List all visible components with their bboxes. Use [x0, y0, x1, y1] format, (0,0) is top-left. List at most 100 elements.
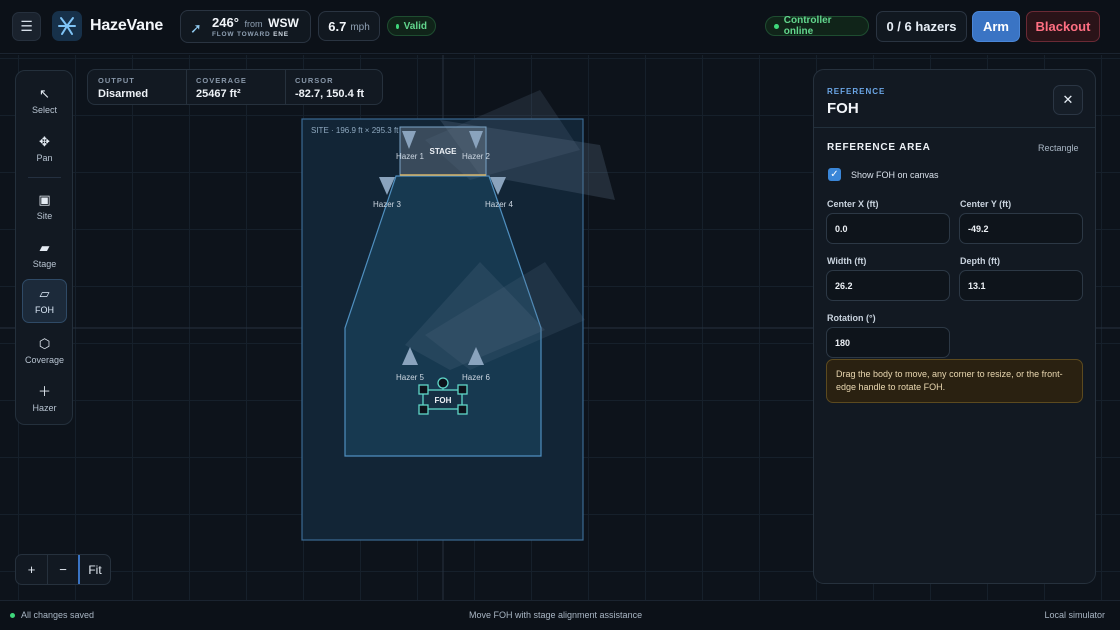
- close-icon: ✕: [1062, 92, 1074, 107]
- hazers-count-button[interactable]: 0 / 6 hazers: [876, 11, 967, 42]
- foh-rotate-handle[interactable]: [437, 377, 449, 389]
- stat-label: CURSOR: [295, 76, 334, 85]
- tool-label: Pan: [36, 153, 53, 163]
- stat-value: Disarmed: [98, 88, 149, 100]
- foh-label: FOH: [435, 396, 452, 405]
- hazevane-logo-icon: [58, 17, 76, 35]
- arm-button[interactable]: Arm: [972, 11, 1020, 42]
- save-status: All changes saved: [10, 610, 94, 620]
- stat-divider: [285, 70, 286, 104]
- blackout-button[interactable]: Blackout: [1026, 11, 1100, 42]
- top-bar: ☰ HazeVane ➚ 246° from WSW FLOW TOWARD E…: [0, 0, 1120, 54]
- wind-degrees-value: 246°: [212, 15, 239, 30]
- wind-arrow-icon: ➚: [190, 20, 202, 36]
- wind-from-label: from: [244, 19, 263, 29]
- tool-coverage[interactable]: ⬡ Coverage: [22, 329, 67, 373]
- show-foh-label: Show FOH on canvas: [851, 169, 939, 180]
- controller-status-badge: Controller online: [765, 15, 869, 37]
- stat-value: 25467 ft²: [196, 88, 241, 100]
- zoom-controls: + − Fit: [15, 554, 111, 585]
- wind-speed-value: 6.7: [328, 18, 347, 34]
- wind-flow: FLOW TOWARD ENE: [212, 31, 289, 38]
- connection-mode: Local simulator: [1044, 610, 1105, 620]
- stage-label: STAGE: [430, 147, 458, 156]
- tool-select[interactable]: ↖ Select: [22, 79, 67, 123]
- wind-from-direction: WSW: [268, 16, 299, 30]
- foh-resize-handle-ne[interactable]: [457, 384, 468, 395]
- controller-status-label: Controller online: [783, 15, 832, 37]
- zoom-in-button[interactable]: +: [16, 555, 47, 584]
- foh-resize-handle-sw[interactable]: [418, 404, 429, 415]
- stat-value: -82.7, 150.4 ft: [295, 88, 365, 100]
- app-logo: [52, 11, 82, 41]
- stat-label: COVERAGE: [196, 76, 247, 85]
- tool-label: Stage: [32, 259, 57, 269]
- center-y-label: Center Y (ft): [960, 199, 1012, 209]
- tool-divider: [28, 177, 61, 178]
- center-y-field[interactable]: [959, 213, 1083, 244]
- foh-resize-handle-nw[interactable]: [418, 384, 429, 395]
- tool-stage[interactable]: ▰ Stage: [22, 233, 67, 277]
- validity-label: Valid: [403, 20, 427, 32]
- depth-field[interactable]: [959, 270, 1083, 301]
- stat-divider: [186, 70, 187, 104]
- stats-bar: OUTPUT Disarmed COVERAGE 25467 ft² CURSO…: [87, 69, 383, 105]
- site-dimension-label: SITE · 196.9 ft × 295.3 ft: [311, 126, 399, 135]
- tool-label: FOH: [35, 305, 54, 315]
- wind-speed-readout[interactable]: 6.7 mph: [318, 11, 380, 41]
- rotation-label: Rotation (°): [827, 313, 876, 323]
- status-bar: All changes saved Move FOH with stage al…: [0, 600, 1120, 630]
- menu-button[interactable]: ☰: [12, 12, 41, 41]
- tool-palette: ↖ Select ✥ Pan ▣ Site ▰ Stage ▱ FOH ⬡ Co…: [15, 70, 73, 425]
- section-title: REFERENCE AREA: [827, 142, 931, 153]
- wind-direction-readout[interactable]: ➚ 246° from WSW FLOW TOWARD ENE: [180, 10, 311, 43]
- tool-pan[interactable]: ✥ Pan: [22, 127, 67, 171]
- tool-foh[interactable]: ▱ FOH: [22, 279, 67, 323]
- wind-degrees: 246° from WSW: [212, 15, 299, 30]
- zoom-out-button[interactable]: −: [47, 555, 78, 584]
- inspector-panel: REFERENCE FOH ✕ REFERENCE AREA Rectangle…: [813, 69, 1096, 584]
- rotation-field[interactable]: [826, 327, 950, 358]
- panel-title: FOH: [827, 100, 859, 117]
- width-field[interactable]: [826, 270, 950, 301]
- validity-badge: Valid: [387, 16, 436, 36]
- show-foh-toggle[interactable]: ✓ Show FOH on canvas: [828, 168, 939, 181]
- tool-label: Site: [36, 211, 53, 221]
- save-status-label: All changes saved: [21, 610, 95, 620]
- app-name: HazeVane: [90, 17, 164, 34]
- parallelogram-outline-icon: ▱: [39, 286, 50, 301]
- foh-resize-handle-se[interactable]: [457, 404, 468, 415]
- hazer-label: Hazer 6: [462, 373, 491, 382]
- hazer-label: Hazer 5: [396, 373, 425, 382]
- panel-kicker: REFERENCE: [827, 87, 886, 96]
- parallelogram-icon: ▰: [39, 240, 50, 255]
- tool-label: Coverage: [24, 355, 65, 365]
- stat-cursor: CURSOR -82.7, 150.4 ft: [295, 76, 364, 100]
- foh-hint-message: Drag the body to move, any corner to res…: [826, 359, 1083, 403]
- hazer-label: Hazer 2: [462, 152, 491, 161]
- move-cross-icon: ✥: [39, 134, 50, 149]
- checkbox-checked-icon[interactable]: ✓: [828, 168, 841, 181]
- hamburger-icon: ☰: [20, 18, 33, 34]
- center-x-field[interactable]: [826, 213, 950, 244]
- stat-coverage: COVERAGE 25467 ft²: [196, 76, 247, 100]
- center-x-label: Center X (ft): [827, 199, 879, 209]
- stat-output: OUTPUT Disarmed: [98, 76, 148, 100]
- tool-hazer[interactable]: ＋ Hazer: [22, 377, 67, 421]
- wind-flow-direction: ENE: [273, 31, 289, 38]
- stat-label: OUTPUT: [98, 76, 135, 85]
- close-panel-button[interactable]: ✕: [1053, 85, 1083, 115]
- hazer-label: Hazer 3: [373, 200, 402, 209]
- status-dot-icon: [10, 612, 15, 618]
- panel-header: REFERENCE FOH ✕: [814, 70, 1095, 128]
- tool-label: Hazer: [32, 403, 57, 413]
- hazer-label: Hazer 1: [396, 152, 425, 161]
- plus-icon: ＋: [37, 384, 51, 399]
- tool-site[interactable]: ▣ Site: [22, 185, 67, 229]
- square-icon: ▣: [38, 192, 51, 207]
- status-dot-icon: [774, 23, 779, 29]
- cursor-arrow-icon: ↖: [39, 86, 50, 101]
- depth-label: Depth (ft): [960, 256, 1000, 266]
- hazer-label: Hazer 4: [485, 200, 514, 209]
- zoom-fit-button[interactable]: Fit: [78, 555, 110, 584]
